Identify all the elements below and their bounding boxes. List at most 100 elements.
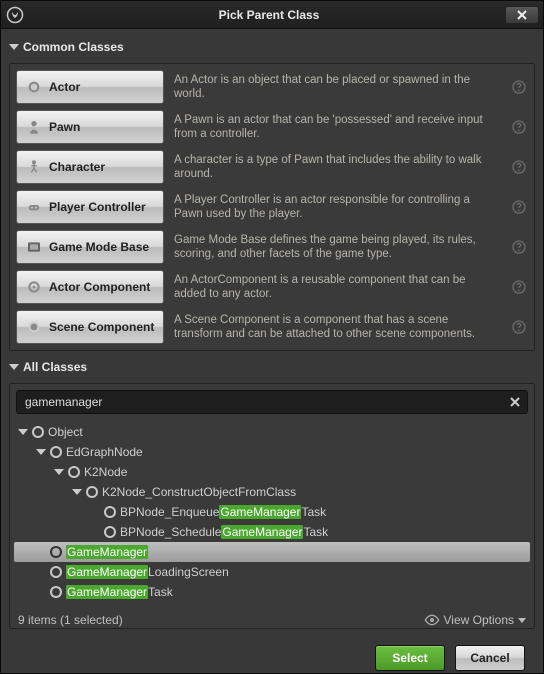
tree-row[interactable]: K2Node bbox=[14, 462, 530, 482]
common-classes-label: Common Classes bbox=[23, 40, 124, 54]
class-icon bbox=[50, 566, 62, 578]
titlebar: Pick Parent Class bbox=[1, 1, 543, 29]
common-class-row: Actor Component An ActorComponent is a r… bbox=[16, 270, 528, 304]
chevron-down-icon bbox=[9, 364, 19, 370]
class-name: Pawn bbox=[49, 120, 80, 134]
class-description: A Pawn is an actor that can be 'possesse… bbox=[174, 113, 500, 142]
tree-row[interactable]: GameManager bbox=[14, 542, 530, 562]
character-icon bbox=[25, 158, 43, 176]
tree-footer: 9 items (1 selected) View Options bbox=[10, 608, 534, 628]
class-name: Player Controller bbox=[49, 200, 146, 214]
unreal-logo-icon bbox=[5, 5, 25, 25]
class-button[interactable]: Player Controller bbox=[16, 190, 164, 224]
class-button[interactable]: Actor Component bbox=[16, 270, 164, 304]
class-icon bbox=[50, 446, 62, 458]
help-icon[interactable] bbox=[510, 318, 528, 336]
class-description: An Actor is an object that can be placed… bbox=[174, 73, 500, 102]
tree-label: Object bbox=[48, 425, 83, 439]
tree-label: BPNode_EnqueueGameManagerTask bbox=[120, 505, 326, 519]
dialog-body: Common Classes Actor An Actor is an obje… bbox=[1, 29, 543, 673]
help-icon[interactable] bbox=[510, 278, 528, 296]
common-class-row: Character A character is a type of Pawn … bbox=[16, 150, 528, 184]
expander-icon[interactable] bbox=[72, 489, 82, 495]
tree-label: K2Node bbox=[84, 465, 127, 479]
eye-icon bbox=[424, 612, 440, 628]
common-classes-header[interactable]: Common Classes bbox=[9, 37, 535, 57]
controller-icon bbox=[25, 198, 43, 216]
tree-row[interactable]: EdGraphNode bbox=[14, 442, 530, 462]
tree-label: GameManagerLoadingScreen bbox=[66, 565, 229, 579]
gamemode-icon bbox=[25, 238, 43, 256]
class-button[interactable]: Scene Component bbox=[16, 310, 164, 344]
help-icon[interactable] bbox=[510, 78, 528, 96]
help-icon[interactable] bbox=[510, 238, 528, 256]
expander-icon[interactable] bbox=[36, 449, 46, 455]
pick-parent-class-window: Pick Parent Class Common Classes Actor A… bbox=[0, 0, 544, 674]
common-classes-panel: Actor An Actor is an object that can be … bbox=[9, 63, 535, 351]
common-class-row: Pawn A Pawn is an actor that can be 'pos… bbox=[16, 110, 528, 144]
expander-icon[interactable] bbox=[54, 469, 64, 475]
class-button[interactable]: Pawn bbox=[16, 110, 164, 144]
select-button[interactable]: Select bbox=[375, 645, 445, 671]
expander-icon[interactable] bbox=[18, 429, 28, 435]
tree-label: GameManager bbox=[66, 545, 148, 559]
tree-label: GameManagerTask bbox=[66, 585, 173, 599]
class-icon bbox=[68, 466, 80, 478]
class-name: Game Mode Base bbox=[49, 240, 149, 254]
window-title: Pick Parent Class bbox=[33, 8, 505, 22]
tree-row[interactable]: GameManagerTask bbox=[14, 582, 530, 602]
class-description: A Scene Component is a component that ha… bbox=[174, 313, 500, 342]
chevron-down-icon bbox=[518, 618, 526, 623]
search-wrap bbox=[10, 384, 534, 420]
class-icon bbox=[32, 426, 44, 438]
item-count-label: 9 items (1 selected) bbox=[18, 613, 123, 627]
cancel-button[interactable]: Cancel bbox=[455, 645, 525, 671]
class-description: A character is a type of Pawn that inclu… bbox=[174, 153, 500, 182]
tree-label: BPNode_ScheduleGameManagerTask bbox=[120, 525, 328, 539]
class-name: Actor Component bbox=[49, 280, 150, 294]
view-options-label: View Options bbox=[444, 613, 514, 627]
search-input[interactable] bbox=[17, 391, 503, 413]
tree-label: K2Node_ConstructObjectFromClass bbox=[102, 485, 296, 499]
tree-row[interactable]: BPNode_ScheduleGameManagerTask bbox=[14, 522, 530, 542]
search-box bbox=[16, 390, 528, 414]
tree-row[interactable]: Object bbox=[14, 422, 530, 442]
all-classes-label: All Classes bbox=[23, 360, 87, 374]
actor-icon bbox=[25, 78, 43, 96]
class-icon bbox=[86, 486, 98, 498]
common-class-row: Actor An Actor is an object that can be … bbox=[16, 70, 528, 104]
class-icon bbox=[50, 546, 62, 558]
view-options-button[interactable]: View Options bbox=[424, 612, 526, 628]
scenecomp-icon bbox=[25, 318, 43, 336]
class-name: Character bbox=[49, 160, 105, 174]
help-icon[interactable] bbox=[510, 198, 528, 216]
class-icon bbox=[104, 506, 116, 518]
class-tree[interactable]: Object EdGraphNode K2Node K2Node_ConstructO… bbox=[10, 420, 534, 608]
component-icon bbox=[25, 278, 43, 296]
class-description: A Player Controller is an actor responsi… bbox=[174, 193, 500, 222]
all-classes-panel: Object EdGraphNode K2Node K2Node_ConstructO… bbox=[9, 383, 535, 629]
close-button[interactable] bbox=[505, 6, 539, 24]
class-description: An ActorComponent is a reusable componen… bbox=[174, 273, 500, 302]
tree-label: EdGraphNode bbox=[66, 445, 143, 459]
dialog-button-row: Select Cancel bbox=[9, 635, 535, 673]
class-description: Game Mode Base defines the game being pl… bbox=[174, 233, 500, 262]
pawn-icon bbox=[25, 118, 43, 136]
all-classes-header[interactable]: All Classes bbox=[9, 357, 535, 377]
class-name: Actor bbox=[49, 80, 80, 94]
chevron-down-icon bbox=[9, 44, 19, 50]
tree-row[interactable]: GameManagerLoadingScreen bbox=[14, 562, 530, 582]
common-class-row: Player Controller A Player Controller is… bbox=[16, 190, 528, 224]
class-name: Scene Component bbox=[49, 320, 154, 334]
tree-row[interactable]: BPNode_EnqueueGameManagerTask bbox=[14, 502, 530, 522]
help-icon[interactable] bbox=[510, 158, 528, 176]
class-button[interactable]: Actor bbox=[16, 70, 164, 104]
clear-search-button[interactable] bbox=[503, 391, 527, 413]
class-icon bbox=[50, 586, 62, 598]
common-class-row: Scene Component A Scene Component is a c… bbox=[16, 310, 528, 344]
class-icon bbox=[104, 526, 116, 538]
help-icon[interactable] bbox=[510, 118, 528, 136]
class-button[interactable]: Game Mode Base bbox=[16, 230, 164, 264]
class-button[interactable]: Character bbox=[16, 150, 164, 184]
tree-row[interactable]: K2Node_ConstructObjectFromClass bbox=[14, 482, 530, 502]
